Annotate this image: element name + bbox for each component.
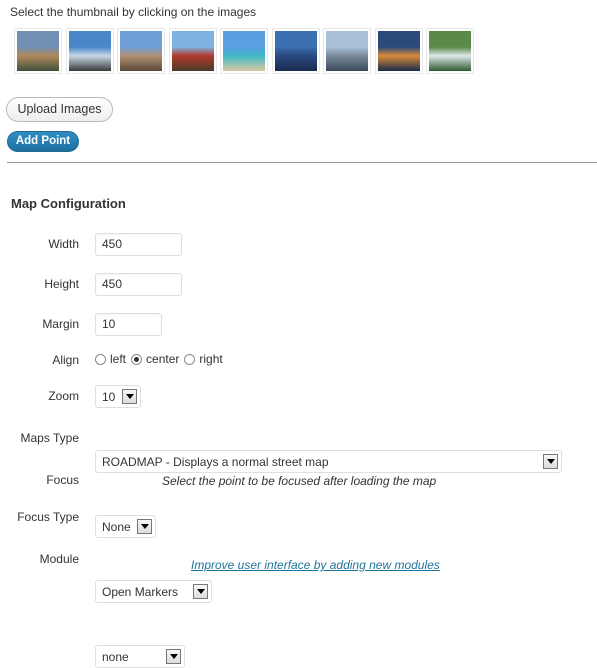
focus-type-select[interactable]: Open Markers <box>95 580 212 603</box>
maps-type-label: Maps Type <box>20 431 79 445</box>
section-title: Map Configuration <box>11 196 126 211</box>
thumbnail-domed-building[interactable] <box>65 28 114 74</box>
width-input[interactable]: 450 <box>95 233 182 256</box>
photo-icon <box>326 31 368 71</box>
maps-type-select[interactable]: ROADMAP - Displays a normal street map <box>95 450 562 473</box>
photo-icon <box>223 31 265 71</box>
chevron-down-icon <box>122 389 137 404</box>
height-input[interactable]: 450 <box>95 273 182 296</box>
focus-select[interactable]: None <box>95 515 156 538</box>
improve-ui-link[interactable]: Improve user interface by adding new mod… <box>191 558 440 572</box>
height-label: Height <box>44 277 79 291</box>
align-radio-group: left center right <box>95 352 228 366</box>
align-right-label: right <box>199 352 223 366</box>
chevron-down-icon <box>543 454 558 469</box>
align-center-radio[interactable] <box>131 353 143 365</box>
focus-value: None <box>102 519 131 534</box>
maps-type-value: ROADMAP - Displays a normal street map <box>102 454 329 469</box>
align-option-right[interactable]: right <box>184 352 223 366</box>
photo-icon <box>68 31 111 71</box>
photo-icon <box>120 31 162 71</box>
upload-images-button[interactable]: Upload Images <box>6 97 113 122</box>
thumbnail-skyscrapers[interactable] <box>271 28 320 74</box>
width-label: Width <box>48 237 79 251</box>
thumbnail-canal-city[interactable] <box>14 28 62 74</box>
thumbnail-strip <box>14 28 478 74</box>
focus-label: Focus <box>46 473 79 487</box>
margin-input[interactable]: 10 <box>95 313 162 336</box>
module-value: none <box>102 649 129 664</box>
focus-type-value: Open Markers <box>102 584 179 599</box>
thumbnail-hint: Select the thumbnail by clicking on the … <box>10 5 257 19</box>
add-point-button[interactable]: Add Point <box>7 131 79 152</box>
align-option-center[interactable]: center <box>131 352 179 366</box>
thumbnail-sunset-harbor[interactable] <box>374 28 423 74</box>
chevron-down-icon <box>166 649 181 664</box>
align-left-label: left <box>110 352 127 366</box>
align-left-radio[interactable] <box>95 353 106 365</box>
photo-icon <box>17 31 59 71</box>
thumbnail-pagoda[interactable] <box>168 28 217 74</box>
photo-icon <box>377 31 420 71</box>
module-select[interactable]: none <box>95 645 185 668</box>
photo-icon <box>429 31 471 71</box>
focus-note: Select the point to be focused after loa… <box>162 474 437 488</box>
module-label: Module <box>39 552 79 566</box>
thumbnail-city-square[interactable] <box>117 28 165 74</box>
align-right-radio[interactable] <box>184 353 196 365</box>
photo-icon <box>274 31 317 71</box>
align-option-left[interactable]: left <box>95 352 126 366</box>
align-center-label: center <box>146 352 180 366</box>
thumbnail-venice-gondolas[interactable] <box>323 28 371 74</box>
align-label: Align <box>52 353 79 367</box>
focus-type-label: Focus Type <box>17 510 79 524</box>
photo-icon <box>171 31 214 71</box>
thumbnail-hillside-garden[interactable] <box>426 28 474 74</box>
zoom-select[interactable]: 10 <box>95 385 141 408</box>
divider <box>7 162 597 163</box>
zoom-value: 10 <box>102 389 116 404</box>
zoom-label: Zoom <box>48 389 79 403</box>
thumbnail-beach[interactable] <box>220 28 268 74</box>
chevron-down-icon <box>137 519 152 534</box>
margin-label: Margin <box>42 317 79 331</box>
